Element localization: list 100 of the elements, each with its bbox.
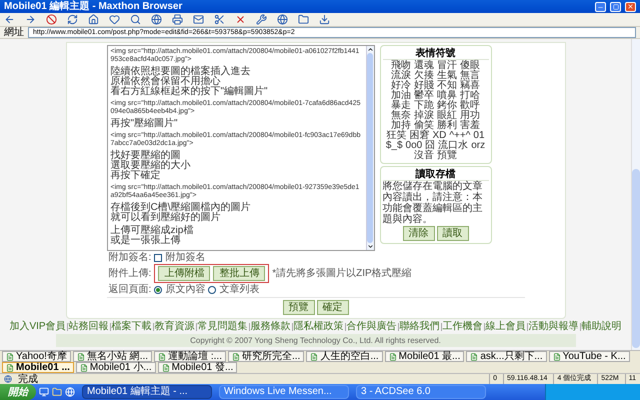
emoticon-link[interactable]: 眼紅 (437, 111, 457, 121)
emoticon-link[interactable]: 加油 (391, 91, 411, 101)
emoticon-link[interactable]: 預覽 (437, 151, 457, 161)
radio-button[interactable] (208, 286, 216, 294)
message-editor[interactable] (106, 45, 374, 251)
browser-tab[interactable]: 人生的空白... (306, 351, 383, 362)
upload-button[interactable]: 整批上傳 (213, 266, 266, 281)
emoticon-link[interactable]: 傻眼 (460, 61, 480, 71)
footer-link[interactable]: 輔助說明 (582, 321, 622, 332)
footer-link[interactable]: 聯絡我們 (400, 321, 440, 332)
taskbar-button[interactable]: Mobile01 編輯主題 - ... (82, 385, 212, 399)
globe-icon[interactable] (151, 14, 162, 25)
refresh-icon[interactable] (67, 14, 78, 25)
footer-link[interactable]: 線上會員 (486, 321, 526, 332)
emoticon-link[interactable]: 冒汗 (437, 61, 457, 71)
emoticon-link[interactable]: 竊喜 (460, 81, 480, 91)
wrench-icon[interactable] (256, 14, 267, 25)
radio-button[interactable] (154, 286, 162, 294)
back-icon[interactable] (4, 14, 15, 25)
mail-icon[interactable] (193, 14, 204, 25)
upload-button[interactable]: 上傳附檔 (158, 266, 210, 281)
heart-icon[interactable] (109, 14, 120, 25)
emoticon-link[interactable]: 鬱卒 (414, 91, 434, 101)
emoticon-link[interactable]: 飛吻 (391, 61, 411, 71)
emoticon-link[interactable]: 01 (473, 131, 485, 141)
emoticon-link[interactable]: 掉淚 (414, 111, 434, 121)
taskbar-button[interactable]: 3 - ACDSee 6.0 (356, 385, 486, 399)
download-icon[interactable] (319, 14, 330, 25)
minimize-button[interactable] (595, 2, 606, 12)
emoticon-link[interactable]: 偷笑 (414, 121, 434, 131)
signature-checkbox[interactable] (154, 254, 162, 262)
footer-link[interactable]: 教育資源 (154, 321, 195, 332)
browser-tab[interactable]: Mobile01 最... (384, 351, 464, 362)
footer-link[interactable]: 隱私權政策 (294, 321, 344, 332)
emoticon-link[interactable]: orz (471, 141, 486, 151)
emoticon-link[interactable]: 銬你 (437, 101, 457, 111)
browser-tab[interactable]: 研究所完全... (228, 351, 304, 362)
emoticon-link[interactable]: 還魂 (414, 61, 434, 71)
scrollbar-thumb[interactable] (367, 53, 373, 243)
browser-tab[interactable]: YouTube - K... (548, 351, 630, 362)
emoticon-link[interactable]: XD (432, 131, 446, 141)
emoticon-link[interactable]: 噴鼻 (437, 91, 457, 101)
emoticon-link[interactable]: 勝利 (437, 121, 457, 131)
emoticon-link[interactable]: 用功 (460, 111, 480, 121)
maximize-button[interactable] (610, 2, 621, 12)
emoticon-link[interactable]: 流淚 (391, 71, 411, 81)
submit-button[interactable]: 確定 (316, 300, 348, 315)
emoticon-link[interactable]: 害羞 (460, 121, 480, 131)
submit-button[interactable]: 預覽 (282, 300, 314, 315)
emoticon-link[interactable]: 加持 (391, 121, 411, 131)
home-icon[interactable] (88, 14, 99, 25)
folder-icon[interactable] (298, 14, 309, 25)
globe-icon[interactable] (277, 14, 288, 25)
footer-link[interactable]: 站務回報 (68, 321, 109, 332)
browser-tab[interactable]: 無名小站 網... (72, 351, 152, 362)
browser-tab[interactable]: 運動論壇 :... (154, 351, 226, 362)
scissors-icon[interactable] (214, 14, 225, 25)
emoticon-link[interactable]: 流口水 (438, 141, 468, 151)
scroll-down-icon[interactable] (366, 243, 374, 250)
scroll-up-icon[interactable] (366, 46, 374, 53)
footer-link[interactable]: 加入VIP會員 (9, 321, 66, 332)
scrollbar-thumb[interactable] (632, 169, 640, 348)
emoticon-link[interactable]: 沒音 (414, 151, 434, 161)
scrollbar[interactable] (366, 46, 374, 250)
emoticon-link[interactable]: 暴走 (391, 101, 411, 111)
emoticon-link[interactable]: ^++^ (449, 131, 470, 141)
emoticon-link[interactable]: 不知 (437, 81, 457, 91)
emoticon-link[interactable]: 狂笑 (386, 131, 406, 141)
page-scrollbar[interactable] (631, 39, 640, 350)
emoticon-link[interactable]: 困窘 (409, 131, 430, 141)
emoticon-link[interactable]: 囧 (425, 141, 436, 151)
taskbar-button[interactable]: Windows Live Messen... (219, 385, 349, 399)
emoticon-link[interactable]: 生氣 (437, 71, 457, 81)
emoticon-link[interactable]: 無奈 (391, 111, 411, 121)
footer-link[interactable]: 合作與廣告 (346, 321, 397, 332)
emoticon-link[interactable]: 歡呼 (460, 101, 480, 111)
footer-link[interactable]: 常見問題集 (198, 321, 248, 332)
footer-link[interactable]: 工作機會 (442, 321, 483, 332)
desktop-icon[interactable] (39, 387, 49, 397)
stop-icon[interactable] (46, 14, 57, 25)
emoticon-link[interactable]: 欠揍 (414, 71, 434, 81)
emoticon-link[interactable]: 好冷 (391, 81, 411, 91)
emoticon-link[interactable]: 0o0 (406, 141, 422, 151)
search-icon[interactable] (130, 14, 141, 25)
draft-button[interactable]: 讀取 (436, 226, 468, 241)
footer-link[interactable]: 活動與報導 (528, 321, 579, 332)
footer-link[interactable]: 檔案下載 (112, 321, 152, 332)
print-icon[interactable] (172, 14, 183, 25)
footer-link[interactable]: 服務條款 (250, 321, 291, 332)
draft-button[interactable]: 清除 (402, 226, 434, 241)
browser-tab[interactable]: Mobile01 ... (2, 362, 74, 373)
browser-tab[interactable]: ask...只剩下... (466, 351, 547, 362)
close-button[interactable] (625, 2, 636, 12)
emoticon-link[interactable]: $_$ (386, 141, 403, 151)
forward-icon[interactable] (25, 14, 36, 25)
browser-tab[interactable]: Mobile01 小... (76, 362, 156, 373)
emoticon-link[interactable]: 好賤 (414, 81, 434, 91)
emoticon-link[interactable]: 打哈 (460, 91, 480, 101)
emoticon-link[interactable]: 無言 (460, 71, 480, 81)
emoticon-link[interactable]: 下跪 (414, 101, 434, 111)
